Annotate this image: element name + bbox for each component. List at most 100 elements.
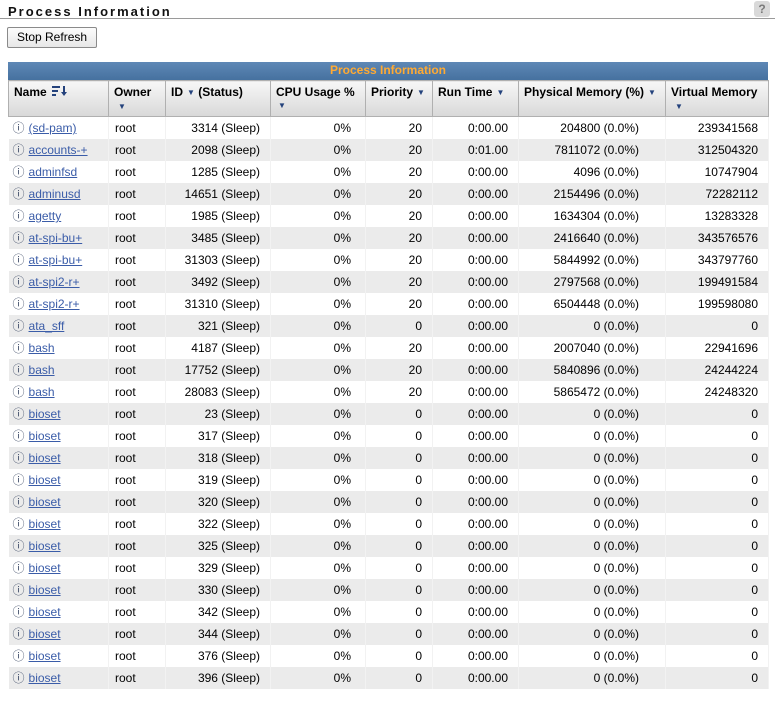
sort-button-owner[interactable]: ▼ [118,102,126,111]
info-icon[interactable]: ⓘ [13,187,25,201]
process-name-link[interactable]: adminusd [29,187,81,201]
info-icon[interactable]: ⓘ [13,671,25,685]
column-header-virtual-memory[interactable]: Virtual Memory▼ [666,81,769,117]
sort-button-physical-memory[interactable]: ▼ [648,88,656,97]
priority-cell: 0 [366,645,433,667]
process-name-link[interactable]: bash [29,363,55,377]
owner-cell: root [109,491,166,513]
process-name-link[interactable]: bioset [29,473,61,487]
info-icon[interactable]: ⓘ [13,473,25,487]
column-label-owner: Owner [114,85,151,99]
column-header-owner[interactable]: Owner ▼ [109,81,166,117]
info-icon[interactable]: ⓘ [13,143,25,157]
process-name-link[interactable]: bioset [29,517,61,531]
info-icon[interactable]: ⓘ [13,121,25,135]
info-icon[interactable]: ⓘ [13,363,25,377]
info-icon[interactable]: ⓘ [13,451,25,465]
process-name-link[interactable]: (sd-pam) [29,121,77,135]
process-name-link[interactable]: bash [29,385,55,399]
info-icon[interactable]: ⓘ [13,385,25,399]
priority-cell: 0 [366,491,433,513]
priority-cell: 20 [366,337,433,359]
cpu-usage-cell: 0% [271,315,366,337]
process-name-link[interactable]: bioset [29,451,61,465]
run-time-cell: 0:00.00 [433,271,519,293]
physical-memory-cell: 0 (0.0%) [519,623,666,645]
process-name-link[interactable]: bioset [29,627,61,641]
sort-button-virtual-memory[interactable]: ▼ [675,102,683,111]
id-status-cell: 320 (Sleep) [166,491,271,513]
info-icon[interactable]: ⓘ [13,319,25,333]
info-icon[interactable]: ⓘ [13,253,25,267]
process-name-link[interactable]: bioset [29,561,61,575]
sort-button-id[interactable]: ▼ [187,88,195,97]
info-icon[interactable]: ⓘ [13,539,25,553]
info-icon[interactable]: ⓘ [13,275,25,289]
info-icon[interactable]: ⓘ [13,649,25,663]
process-name-cell: ⓘ bioset [9,667,109,689]
process-name-link[interactable]: at-spi-bu+ [29,253,83,267]
sort-descending-icon[interactable] [52,86,67,97]
stop-refresh-button[interactable]: Stop Refresh [7,27,97,48]
help-button[interactable]: ? [754,1,770,17]
physical-memory-cell: 5840896 (0.0%) [519,359,666,381]
process-name-link[interactable]: bioset [29,671,61,685]
process-name-link[interactable]: bioset [29,429,61,443]
info-icon[interactable]: ⓘ [13,297,25,311]
process-name-link[interactable]: accounts-+ [29,143,88,157]
id-status-cell: 4187 (Sleep) [166,337,271,359]
table-row: ⓘata_sff root 321 (Sleep) 0% 0 0:00.00 0… [9,315,769,337]
process-name-link[interactable]: bioset [29,539,61,553]
info-icon[interactable]: ⓘ [13,209,25,223]
physical-memory-cell: 0 (0.0%) [519,535,666,557]
process-name-link[interactable]: bioset [29,605,61,619]
info-icon[interactable]: ⓘ [13,231,25,245]
process-name-link[interactable]: at-spi-bu+ [29,231,83,245]
info-icon[interactable]: ⓘ [13,341,25,355]
process-name-link[interactable]: at-spi2-r+ [29,297,80,311]
sort-button-cpu-usage[interactable]: ▼ [278,101,361,110]
column-header-cpu-usage[interactable]: CPU Usage %▼ [271,81,366,117]
info-icon[interactable]: ⓘ [13,495,25,509]
process-name-link[interactable]: at-spi2-r+ [29,275,80,289]
cpu-usage-cell: 0% [271,139,366,161]
owner-cell: root [109,271,166,293]
table-row: ⓘbash root 28083 (Sleep) 0% 20 0:00.00 5… [9,381,769,403]
info-icon[interactable]: ⓘ [13,429,25,443]
cpu-usage-cell: 0% [271,667,366,689]
virtual-memory-cell: 343576576 [666,227,769,249]
owner-cell: root [109,139,166,161]
info-icon[interactable]: ⓘ [13,517,25,531]
column-header-run-time[interactable]: Run Time▼ [433,81,519,117]
virtual-memory-cell: 0 [666,403,769,425]
info-icon[interactable]: ⓘ [13,627,25,641]
physical-memory-cell: 2154496 (0.0%) [519,183,666,205]
sort-button-run-time[interactable]: ▼ [496,88,504,97]
process-name-link[interactable]: bioset [29,495,61,509]
process-name-link[interactable]: bioset [29,583,61,597]
table-row: ⓘbioset root 329 (Sleep) 0% 0 0:00.00 0 … [9,557,769,579]
info-icon[interactable]: ⓘ [13,165,25,179]
process-name-link[interactable]: adminfsd [29,165,78,179]
info-icon[interactable]: ⓘ [13,407,25,421]
process-name-link[interactable]: agetty [29,209,62,223]
column-header-physical-memory[interactable]: Physical Memory (%)▼ [519,81,666,117]
process-name-link[interactable]: bash [29,341,55,355]
virtual-memory-cell: 0 [666,645,769,667]
process-name-cell: ⓘ bioset [9,601,109,623]
process-name-link[interactable]: ata_sff [29,319,65,333]
column-header-id-status[interactable]: ID▼ (Status) [166,81,271,117]
info-icon[interactable]: ⓘ [13,583,25,597]
column-header-priority[interactable]: Priority▼ [366,81,433,117]
process-name-link[interactable]: bioset [29,649,61,663]
column-header-name[interactable]: Name [9,81,109,117]
process-name-link[interactable]: bioset [29,407,61,421]
info-icon[interactable]: ⓘ [13,561,25,575]
run-time-cell: 0:00.00 [433,557,519,579]
info-icon[interactable]: ⓘ [13,605,25,619]
sort-button-priority[interactable]: ▼ [417,88,425,97]
cpu-usage-cell: 0% [271,183,366,205]
id-status-cell: 1985 (Sleep) [166,205,271,227]
process-name-cell: ⓘ adminfsd [9,161,109,183]
priority-cell: 20 [366,249,433,271]
